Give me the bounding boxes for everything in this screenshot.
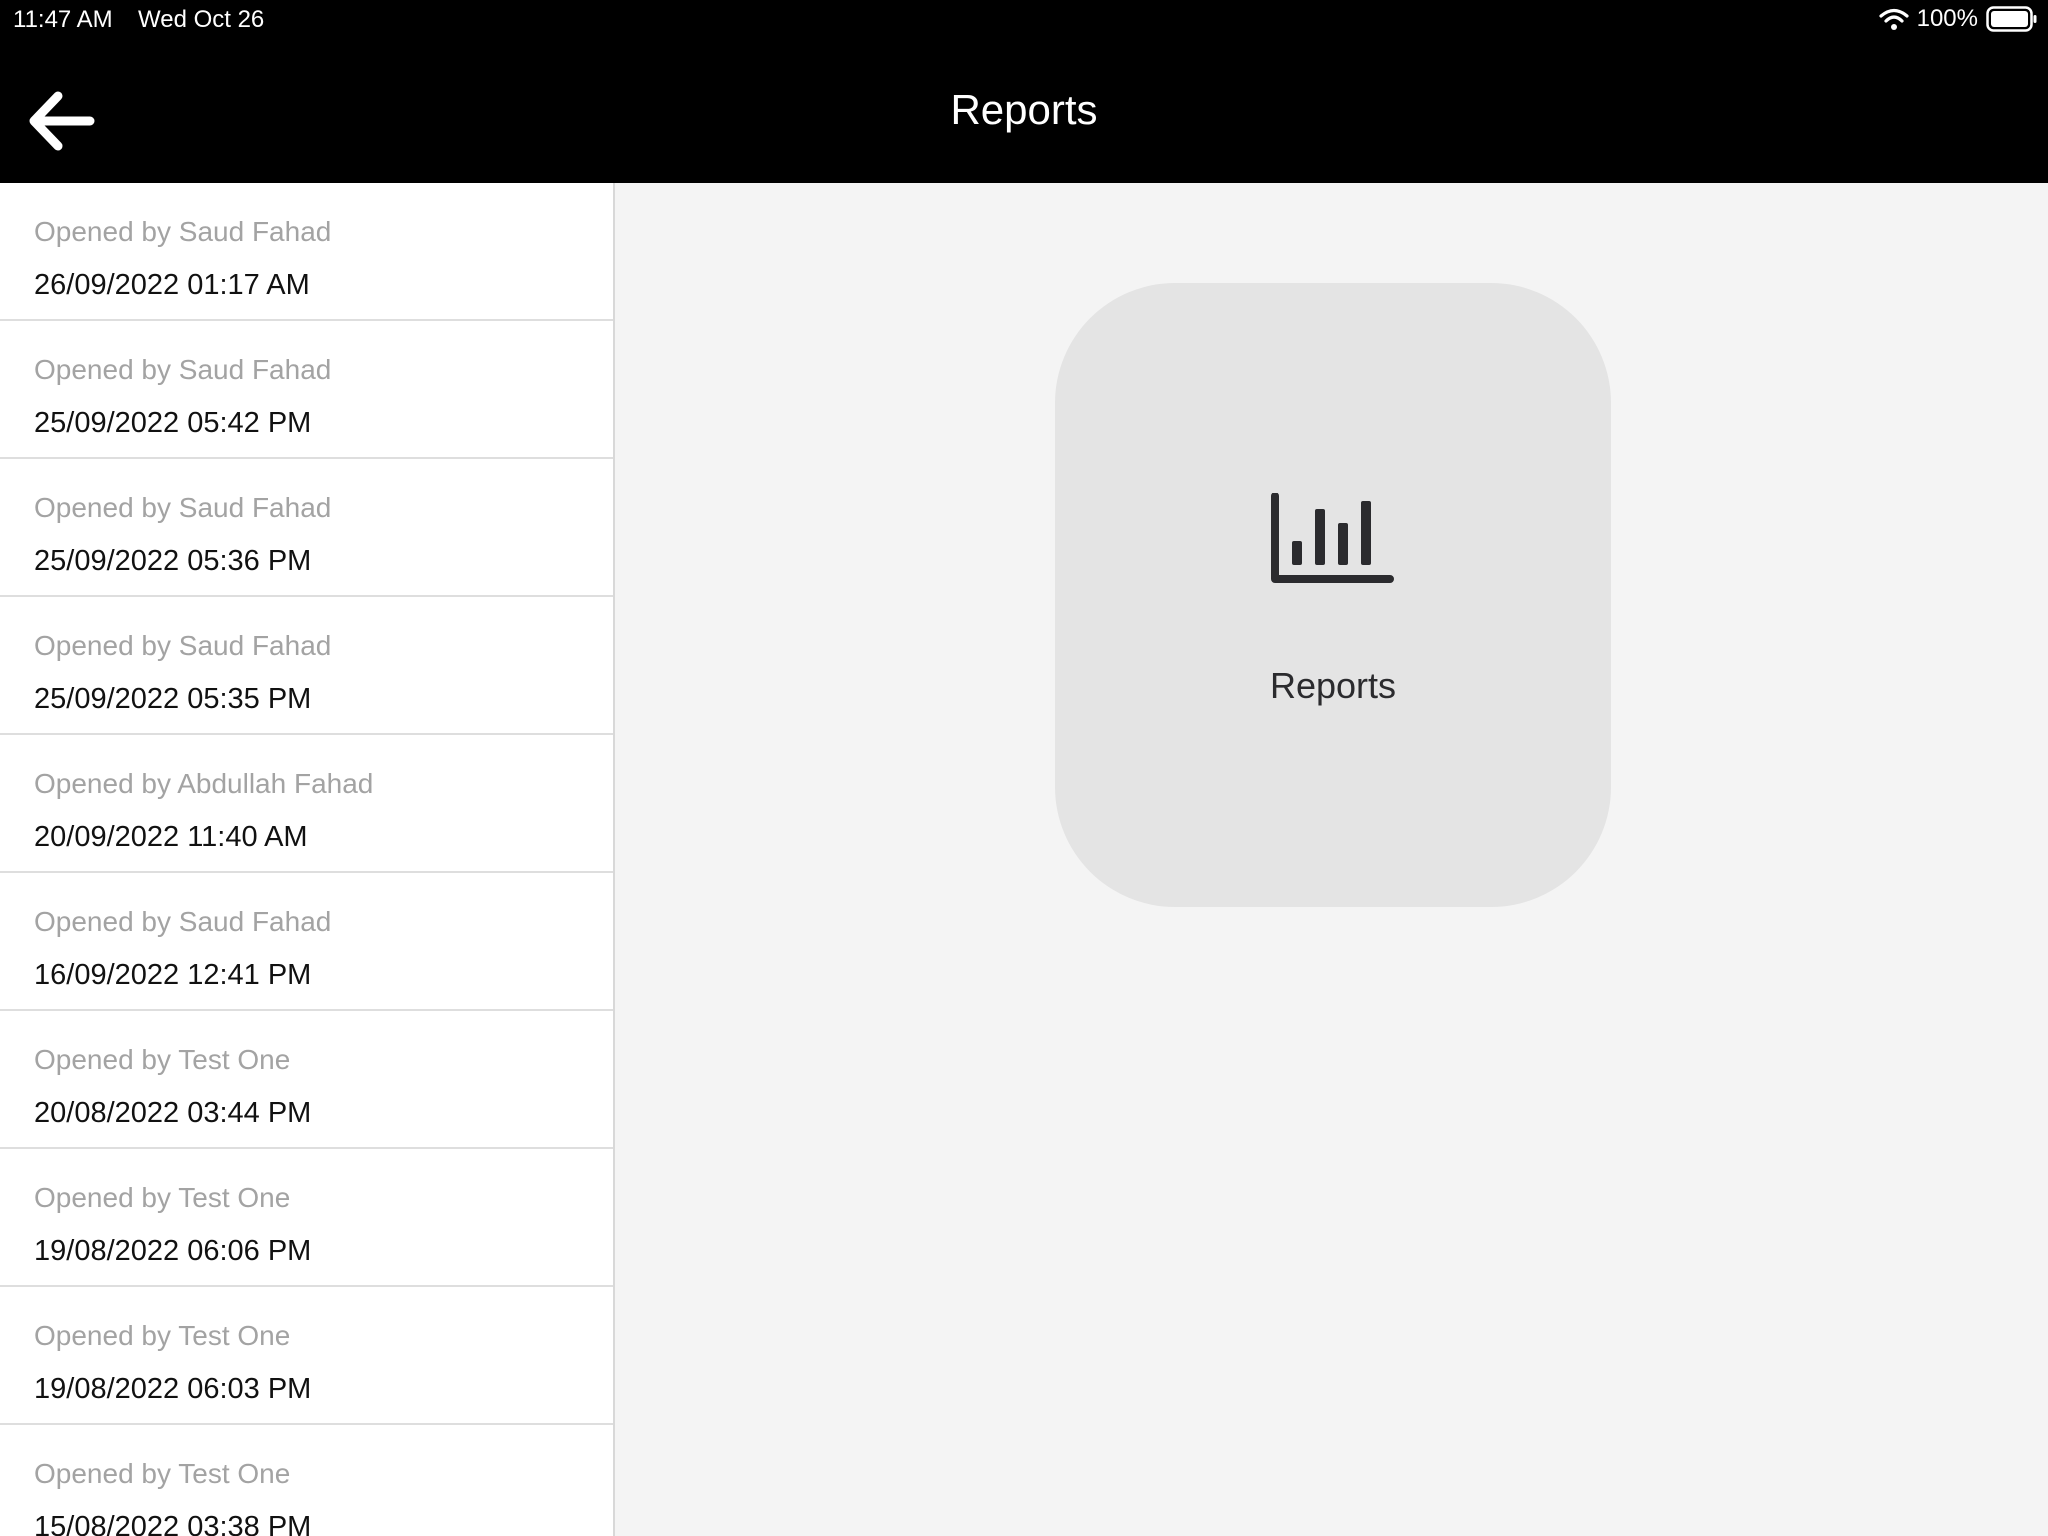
session-opened-by: Opened by Saud Fahad — [34, 354, 332, 385]
session-row[interactable]: Opened by Test One 15/08/2022 03:38 PM — [0, 1425, 613, 1536]
session-datetime: 16/09/2022 12:41 PM — [34, 959, 312, 991]
session-opened-by: Opened by Saud Fahad — [34, 906, 332, 937]
session-opened-by: Opened by Test One — [34, 1458, 291, 1489]
session-datetime: 25/09/2022 05:42 PM — [34, 407, 312, 439]
session-datetime: 25/09/2022 05:35 PM — [34, 683, 312, 715]
status-date: Wed Oct 26 — [138, 6, 265, 33]
session-row[interactable]: Opened by Saud Fahad 25/09/2022 05:36 PM — [0, 459, 613, 597]
page-title: Reports — [950, 86, 1098, 133]
reports-tile-label: Reports — [1269, 665, 1397, 706]
navigation-bar: Reports — [0, 40, 2048, 183]
bar-chart-icon — [1271, 493, 1394, 583]
session-row[interactable]: Opened by Saud Fahad 16/09/2022 12:41 PM — [0, 873, 613, 1011]
session-datetime: 20/08/2022 03:44 PM — [34, 1097, 312, 1129]
session-datetime: 15/08/2022 03:38 PM — [34, 1511, 312, 1536]
session-datetime: 26/09/2022 01:17 AM — [34, 269, 310, 301]
session-row[interactable]: Opened by Test One 19/08/2022 06:06 PM — [0, 1149, 613, 1287]
status-bar: 11:47 AM Wed Oct 26 100% — [0, 0, 2048, 40]
session-opened-by: Opened by Saud Fahad — [34, 492, 332, 523]
session-row[interactable]: Opened by Test One 20/08/2022 03:44 PM — [0, 1011, 613, 1149]
session-row[interactable]: Opened by Saud Fahad 25/09/2022 05:42 PM — [0, 321, 613, 459]
session-datetime: 20/09/2022 11:40 AM — [34, 821, 308, 853]
main-content: Reports — [615, 183, 2048, 1536]
session-datetime: 25/09/2022 05:36 PM — [34, 545, 312, 577]
status-right: 100% — [1879, 5, 2038, 33]
session-opened-by: Opened by Abdullah Fahad — [34, 768, 374, 799]
session-opened-by: Opened by Test One — [34, 1320, 291, 1351]
battery-icon — [1986, 6, 2037, 32]
sessions-list[interactable]: Opened by Saud Fahad 26/09/2022 01:17 AM… — [0, 183, 615, 1536]
session-opened-by: Opened by Saud Fahad — [34, 630, 332, 661]
session-opened-by: Opened by Test One — [34, 1044, 291, 1075]
session-row[interactable]: Opened by Saud Fahad 25/09/2022 05:35 PM — [0, 597, 613, 735]
battery-percent: 100% — [1916, 5, 1978, 32]
session-row[interactable]: Opened by Abdullah Fahad 20/09/2022 11:4… — [0, 735, 613, 873]
session-opened-by: Opened by Test One — [34, 1182, 291, 1213]
session-datetime: 19/08/2022 06:03 PM — [34, 1373, 312, 1405]
session-opened-by: Opened by Saud Fahad — [34, 216, 332, 247]
reports-tile-button[interactable]: Reports — [1055, 283, 1611, 907]
session-row[interactable]: Opened by Test One 19/08/2022 06:03 PM — [0, 1287, 613, 1425]
session-row[interactable]: Opened by Saud Fahad 26/09/2022 01:17 AM — [0, 183, 613, 321]
session-datetime: 19/08/2022 06:06 PM — [34, 1235, 312, 1267]
status-time: 11:47 AM — [13, 6, 113, 33]
wifi-icon — [1879, 8, 1909, 30]
